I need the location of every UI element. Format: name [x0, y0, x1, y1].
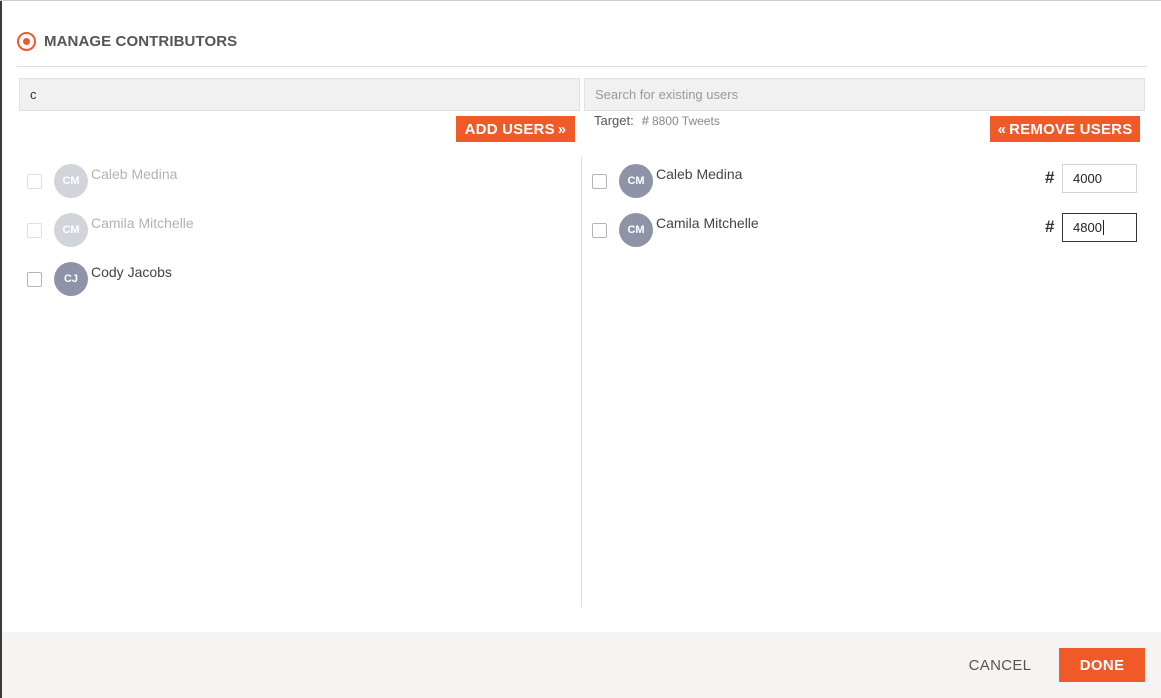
user-name: Camila Mitchelle [91, 215, 194, 231]
double-chevron-left-icon: « [997, 120, 1007, 138]
contribution-amount-value: 4000 [1073, 171, 1102, 186]
user-search-value: c [30, 87, 37, 102]
user-checkbox [27, 173, 42, 189]
target-icon [17, 31, 36, 51]
contributor-name: Camila Mitchelle [656, 215, 759, 231]
user-checkbox [27, 222, 42, 238]
avatar: CM [619, 213, 653, 247]
window-top-edge [0, 0, 1161, 1]
avatar: CM [619, 164, 653, 198]
existing-users-search-input[interactable]: Search for existing users [584, 78, 1145, 111]
list-item: CM Camila Mitchelle [27, 210, 194, 247]
list-item: CM Caleb Medina [27, 161, 178, 198]
avatar: CJ [54, 262, 88, 296]
avatar: CM [54, 164, 88, 198]
list-item[interactable]: CM Caleb Medina [592, 161, 743, 198]
remove-users-button[interactable]: « REMOVE USERS [990, 116, 1140, 142]
target-value: 8800 Tweets [651, 113, 720, 128]
contributor-checkbox[interactable] [592, 222, 607, 238]
contribution-amount-input[interactable]: 4000 [1062, 164, 1137, 193]
user-name: Caleb Medina [91, 166, 178, 182]
user-checkbox[interactable] [27, 271, 42, 287]
cancel-button[interactable]: CANCEL [955, 648, 1045, 682]
panel-divider [581, 157, 582, 607]
list-item[interactable]: CJ Cody Jacobs [27, 259, 172, 296]
text-caret [1102, 220, 1104, 235]
existing-users-search-placeholder: Search for existing users [595, 87, 739, 102]
contributor-checkbox[interactable] [592, 173, 607, 189]
contribution-amount-input[interactable]: 4800 [1062, 213, 1137, 242]
double-chevron-right-icon: » [557, 120, 567, 138]
user-name: Cody Jacobs [91, 264, 172, 280]
add-users-button[interactable]: ADD USERS » [456, 116, 575, 142]
header-divider [17, 66, 1147, 67]
hash-icon: # [641, 113, 649, 128]
dialog-title: MANAGE CONTRIBUTORS [44, 32, 238, 50]
contributor-name: Caleb Medina [656, 166, 743, 182]
hash-icon: # [1045, 217, 1055, 236]
window-left-edge [0, 0, 2, 698]
dialog-header: MANAGE CONTRIBUTORS [17, 30, 237, 52]
list-item[interactable]: CM Camila Mitchelle [592, 210, 759, 247]
target-info: Target: # 8800 Tweets [594, 113, 720, 128]
contribution-amount-value: 4800 [1073, 220, 1102, 235]
remove-users-label: REMOVE USERS [1009, 120, 1133, 138]
target-label: Target: [594, 113, 634, 128]
hash-icon: # [1045, 168, 1055, 187]
avatar: CM [54, 213, 88, 247]
done-button[interactable]: DONE [1059, 648, 1145, 682]
user-search-input[interactable]: c [19, 78, 580, 111]
add-users-label: ADD USERS [464, 120, 555, 138]
